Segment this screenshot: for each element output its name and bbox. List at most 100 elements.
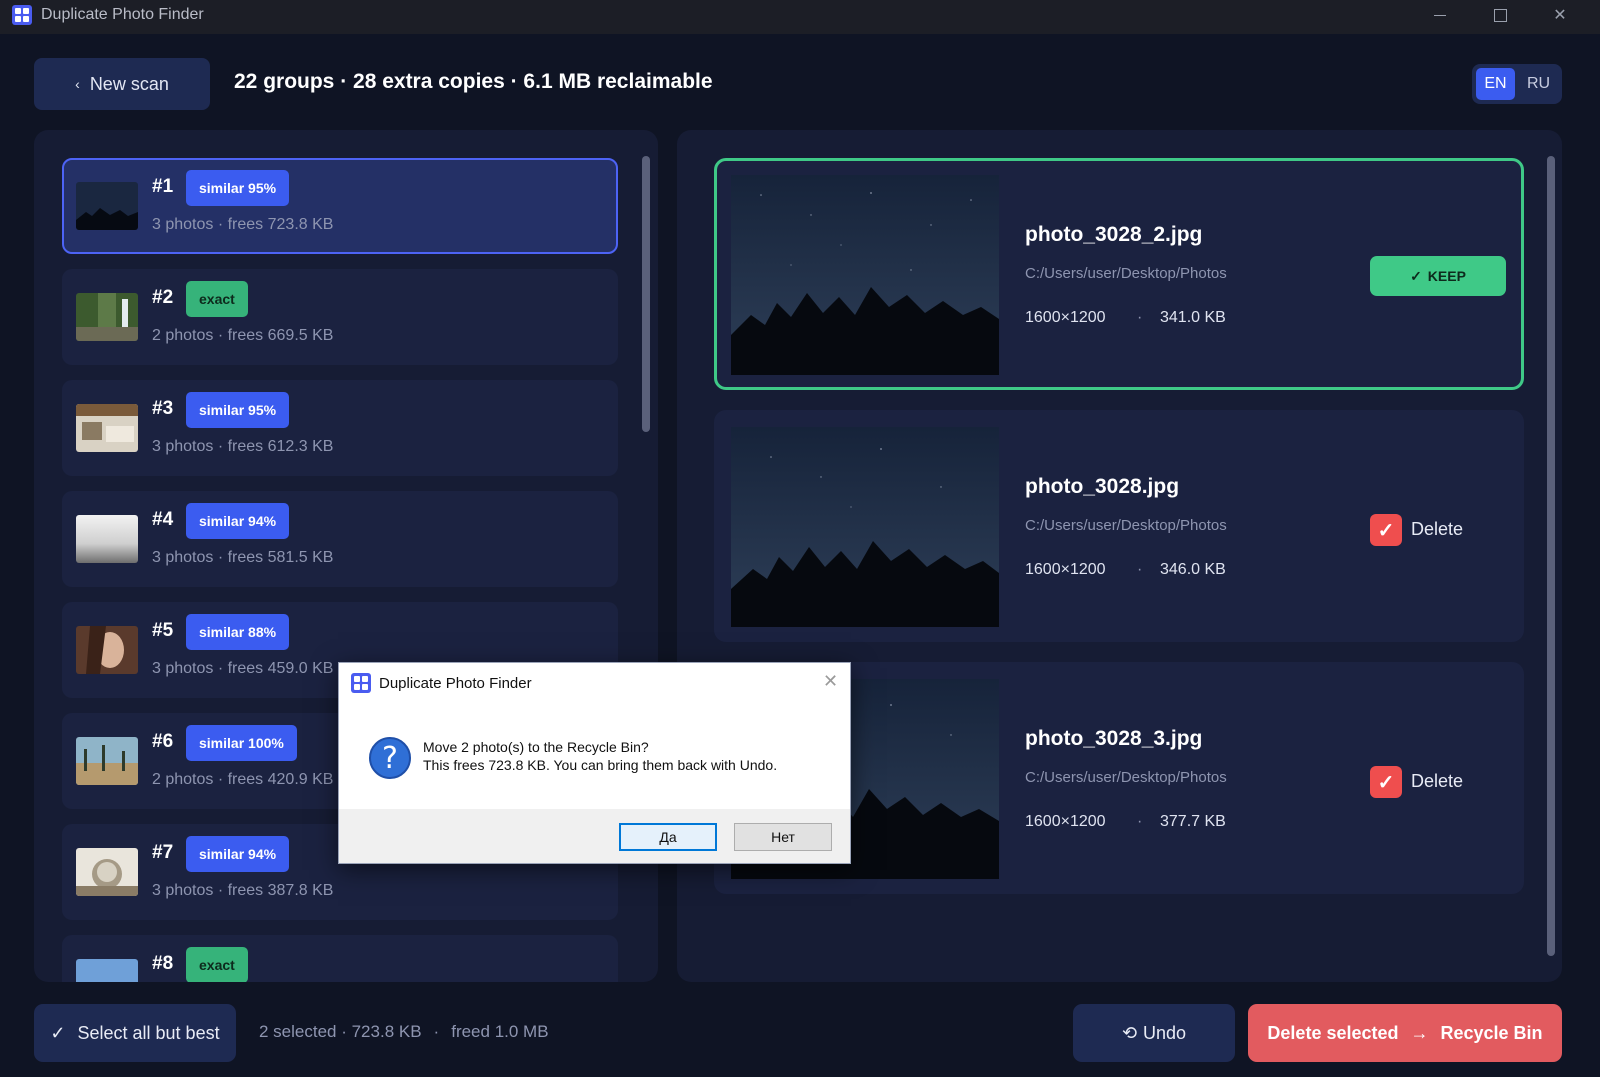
photo-path: C:/Users/user/Desktop/Photos — [1025, 265, 1227, 282]
freed-total: freed 1.0 MB — [451, 1022, 549, 1041]
select-all-but-best-button[interactable]: ✓ Select all but best — [34, 1004, 236, 1062]
group-item-1[interactable]: #1 similar 95% 3 photos · frees 723.8 KB — [62, 158, 618, 254]
dialog-title: Duplicate Photo Finder — [379, 675, 532, 692]
new-scan-label: New scan — [89, 73, 169, 94]
group-number: #3 — [152, 398, 174, 419]
separator: · — [433, 1022, 440, 1041]
undo-button[interactable]: ⟲ Undo — [1073, 1004, 1235, 1062]
keep-label: KEEP — [1427, 268, 1466, 284]
similarity-badge: similar 88% — [186, 614, 290, 650]
keep-button[interactable]: ✓ KEEP — [1370, 256, 1506, 296]
lang-ru-button[interactable]: RU — [1519, 68, 1558, 100]
dialog-yes-button[interactable]: Да — [619, 823, 717, 851]
group-thumbnail — [76, 293, 138, 341]
arrow-right-icon: → — [1410, 1022, 1429, 1043]
group-list-scrollbar[interactable] — [642, 156, 650, 432]
chevron-left-icon: ‹ — [75, 76, 80, 92]
similarity-badge: similar 94% — [186, 836, 290, 872]
delete-label-right: Recycle Bin — [1440, 1022, 1543, 1043]
dialog-message-line2: This frees 723.8 KB. You can bring them … — [423, 757, 778, 773]
photo-card-delete[interactable]: photo_3028.jpg C:/Users/user/Desktop/Pho… — [714, 410, 1524, 642]
similarity-badge: similar 100% — [186, 725, 297, 761]
lang-en-button[interactable]: EN — [1476, 68, 1515, 100]
separator: · — [1137, 813, 1143, 830]
group-thumbnail — [76, 737, 138, 785]
photo-panel-scrollbar[interactable] — [1547, 156, 1555, 956]
photo-size: 346.0 KB — [1160, 561, 1226, 578]
group-item-3[interactable]: #3 similar 95% 3 photos · frees 612.3 KB — [62, 380, 618, 476]
check-icon: ✓ — [50, 1022, 66, 1043]
delete-label: Delete — [1411, 771, 1464, 791]
window-title: Duplicate Photo Finder — [41, 6, 204, 23]
dialog-close-icon[interactable]: ✕ — [823, 671, 838, 692]
new-scan-button[interactable]: ‹ New scan — [34, 58, 210, 110]
group-thumbnail — [76, 959, 138, 982]
group-number: #2 — [152, 287, 174, 308]
photo-dimensions: 1600×1200 — [1025, 309, 1106, 326]
similarity-badge: similar 95% — [186, 170, 290, 206]
group-item-8[interactable]: #8 exact — [62, 935, 618, 982]
close-button[interactable]: ✕ — [1530, 0, 1590, 30]
group-item-4[interactable]: #4 similar 94% 3 photos · frees 581.5 KB — [62, 491, 618, 587]
photo-dimensions: 1600×1200 — [1025, 561, 1106, 578]
group-number: #4 — [152, 509, 174, 530]
language-switch: EN RU — [1472, 64, 1562, 104]
group-meta: 3 photos · frees 387.8 KB — [152, 882, 334, 899]
similarity-badge: exact — [186, 947, 248, 982]
group-meta: 3 photos · frees 612.3 KB — [152, 438, 334, 455]
app-icon — [351, 673, 371, 693]
group-thumbnail — [76, 182, 138, 230]
photo-preview — [731, 427, 999, 627]
similarity-badge: similar 94% — [186, 503, 290, 539]
photo-filename: photo_3028_3.jpg — [1025, 727, 1203, 750]
group-number: #1 — [152, 176, 174, 197]
minimize-button[interactable] — [1410, 0, 1470, 30]
group-meta: 2 photos · frees 420.9 KB — [152, 771, 334, 788]
selection-status: 2 selected · 723.8 KB · freed 1.0 MB — [259, 1022, 549, 1042]
group-thumbnail — [76, 404, 138, 452]
group-thumbnail — [76, 626, 138, 674]
delete-selected-button[interactable]: Delete selected → Recycle Bin — [1248, 1004, 1562, 1062]
group-meta: 3 photos · frees 459.0 KB — [152, 660, 334, 677]
photo-preview — [731, 175, 999, 375]
confirm-dialog: Duplicate Photo Finder ✕ ? Move 2 photo(… — [338, 662, 851, 864]
photo-size: 377.7 KB — [1160, 813, 1226, 830]
question-icon: ? — [369, 737, 411, 779]
similarity-badge: similar 95% — [186, 392, 290, 428]
photo-dimensions: 1600×1200 — [1025, 813, 1106, 830]
group-number: #5 — [152, 620, 174, 641]
photo-path: C:/Users/user/Desktop/Photos — [1025, 769, 1227, 786]
group-number: #6 — [152, 731, 174, 752]
photo-filename: photo_3028.jpg — [1025, 475, 1180, 498]
group-meta: 3 photos · frees 723.8 KB — [152, 216, 334, 233]
title-bar: Duplicate Photo Finder ✕ — [0, 0, 1600, 34]
check-icon: ✓ — [1410, 267, 1422, 284]
app-icon — [12, 5, 32, 25]
dialog-no-button[interactable]: Нет — [734, 823, 832, 851]
group-thumbnail — [76, 848, 138, 896]
dialog-message-line1: Move 2 photo(s) to the Recycle Bin? — [423, 739, 649, 755]
selected-count: 2 selected · 723.8 KB — [259, 1022, 422, 1041]
delete-label: Delete — [1411, 519, 1464, 539]
maximize-button[interactable] — [1470, 0, 1530, 30]
delete-label-left: Delete selected — [1267, 1022, 1399, 1043]
undo-icon: ⟲ — [1121, 1022, 1138, 1043]
group-meta: 2 photos · frees 669.5 KB — [152, 327, 334, 344]
group-number: #8 — [152, 953, 174, 974]
dialog-footer: Да Нет — [339, 809, 850, 863]
delete-checkbox[interactable]: ✓ — [1370, 514, 1402, 546]
photo-card-keep[interactable]: photo_3028_2.jpg C:/Users/user/Desktop/P… — [714, 158, 1524, 390]
delete-checkbox[interactable]: ✓ — [1370, 766, 1402, 798]
separator: · — [1137, 561, 1143, 578]
group-item-2[interactable]: #2 exact 2 photos · frees 669.5 KB — [62, 269, 618, 365]
separator: · — [1137, 309, 1143, 326]
select-all-label: Select all but best — [77, 1022, 220, 1043]
group-thumbnail — [76, 515, 138, 563]
photo-size: 341.0 KB — [1160, 309, 1226, 326]
group-number: #7 — [152, 842, 174, 863]
scan-summary: 22 groups · 28 extra copies · 6.1 MB rec… — [234, 70, 713, 93]
photo-path: C:/Users/user/Desktop/Photos — [1025, 517, 1227, 534]
undo-label: Undo — [1143, 1022, 1187, 1043]
similarity-badge: exact — [186, 281, 248, 317]
group-meta: 3 photos · frees 581.5 KB — [152, 549, 334, 566]
